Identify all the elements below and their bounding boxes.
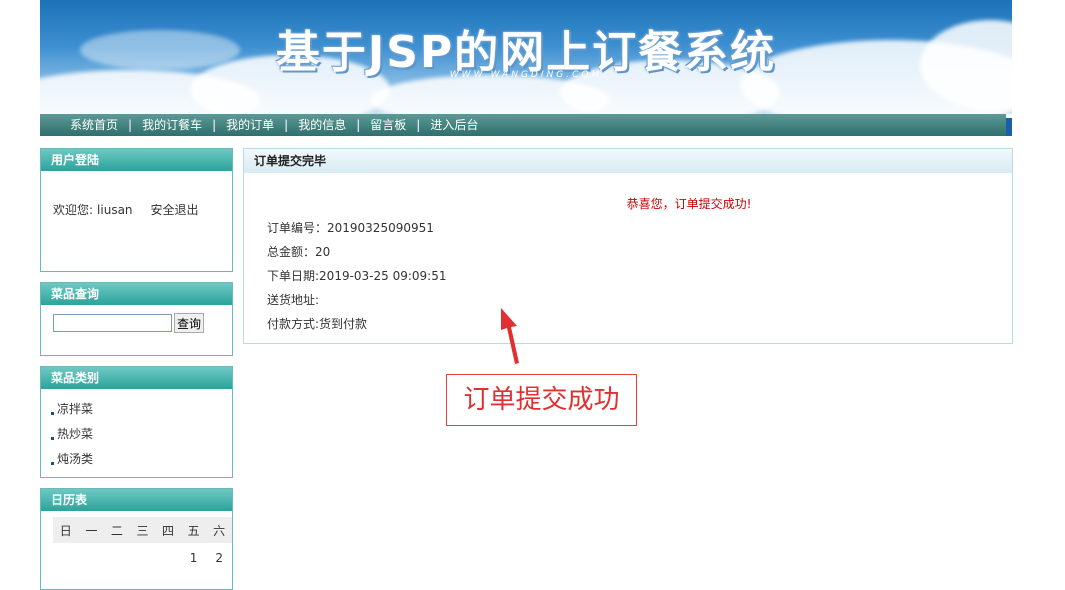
welcome-label: 欢迎您: bbox=[53, 203, 94, 217]
calendar-panel-title: 日历表 bbox=[41, 489, 232, 511]
weekday-header: 四 bbox=[155, 517, 181, 543]
search-panel-title: 菜品查询 bbox=[41, 283, 232, 305]
nav-separator: | bbox=[212, 118, 217, 132]
order-panel-title: 订单提交完毕 bbox=[244, 149, 1012, 173]
annotation-arrow-icon bbox=[501, 308, 519, 364]
category-label: 炖汤类 bbox=[57, 452, 94, 466]
weekday-header: 六 bbox=[206, 517, 232, 543]
site-subtitle: WWW.WANGDING.COM bbox=[449, 70, 603, 80]
username: liusan bbox=[97, 203, 133, 217]
weekday-header: 日 bbox=[53, 517, 79, 543]
calendar-day bbox=[104, 543, 130, 573]
search-form: 查询 bbox=[41, 305, 232, 333]
calendar-day bbox=[130, 543, 156, 573]
bullet-icon bbox=[51, 412, 54, 415]
category-item[interactable]: 炖汤类 bbox=[51, 447, 232, 472]
calendar-day bbox=[155, 543, 181, 573]
nav-separator: | bbox=[128, 118, 133, 132]
site-banner: 基于JSP的网上订餐系统 WWW.WANGDING.COM bbox=[40, 0, 1012, 114]
annotation-label: 订单提交成功 bbox=[446, 374, 637, 426]
nav-separator: | bbox=[416, 118, 421, 132]
order-result-panel: 订单提交完毕 恭喜您，订单提交成功! 订单编号：20190325090951 总… bbox=[243, 148, 1013, 344]
category-item[interactable]: 凉拌菜 bbox=[51, 397, 232, 422]
order-payment: 付款方式:货到付款 bbox=[267, 317, 368, 331]
search-input[interactable] bbox=[53, 314, 172, 332]
nav-home[interactable]: 系统首页 bbox=[70, 114, 118, 136]
search-panel: 菜品查询 查询 bbox=[40, 282, 233, 356]
nav-cart[interactable]: 我的订餐车 bbox=[142, 114, 202, 136]
calendar-panel: 日历表 日 一 二 三 四 五 六 1 2 bbox=[40, 488, 233, 590]
category-label: 热炒菜 bbox=[57, 427, 94, 441]
nav-separator: | bbox=[284, 118, 289, 132]
nav-orders[interactable]: 我的订单 bbox=[226, 114, 274, 136]
calendar-day[interactable]: 2 bbox=[206, 543, 232, 573]
calendar-weekday-row: 日 一 二 三 四 五 六 bbox=[53, 517, 232, 543]
nav-my-info[interactable]: 我的信息 bbox=[298, 114, 346, 136]
login-panel: 用户登陆 欢迎您: liusan 安全退出 bbox=[40, 148, 233, 272]
calendar-day[interactable]: 1 bbox=[181, 543, 207, 573]
nav-message-board[interactable]: 留言板 bbox=[370, 114, 406, 136]
calendar-day bbox=[79, 543, 105, 573]
login-panel-title: 用户登陆 bbox=[41, 149, 232, 171]
nav-admin[interactable]: 进入后台 bbox=[430, 114, 478, 136]
category-panel: 菜品类别 凉拌菜 热炒菜 炖汤类 bbox=[40, 366, 233, 478]
category-item[interactable]: 热炒菜 bbox=[51, 422, 232, 447]
category-list: 凉拌菜 热炒菜 炖汤类 bbox=[41, 389, 232, 472]
nav-edge-decoration bbox=[1006, 118, 1012, 136]
weekday-header: 三 bbox=[129, 517, 156, 543]
weekday-header: 五 bbox=[180, 517, 207, 543]
bullet-icon bbox=[51, 462, 54, 465]
order-date: 下单日期:2019-03-25 09:09:51 bbox=[267, 269, 447, 283]
calendar-week-row: 1 2 bbox=[53, 543, 232, 573]
order-total: 总金额：20 bbox=[267, 245, 331, 259]
login-status: 欢迎您: liusan 安全退出 bbox=[41, 171, 232, 218]
success-message: 恭喜您，订单提交成功! bbox=[626, 197, 752, 211]
logout-link[interactable]: 安全退出 bbox=[151, 203, 199, 217]
main-nav: 系统首页 | 我的订餐车 | 我的订单 | 我的信息 | 留言板 | 进入后台 bbox=[40, 114, 1006, 136]
order-number: 订单编号：20190325090951 bbox=[267, 221, 434, 235]
calendar-day bbox=[53, 543, 79, 573]
category-panel-title: 菜品类别 bbox=[41, 367, 232, 389]
weekday-header: 一 bbox=[78, 517, 105, 543]
weekday-header: 二 bbox=[104, 517, 130, 543]
category-label: 凉拌菜 bbox=[57, 402, 94, 416]
calendar-table: 日 一 二 三 四 五 六 1 2 bbox=[53, 517, 232, 573]
bullet-icon bbox=[51, 437, 54, 440]
order-address: 送货地址: bbox=[267, 293, 320, 307]
search-button[interactable]: 查询 bbox=[174, 313, 205, 333]
nav-separator: | bbox=[356, 118, 361, 132]
